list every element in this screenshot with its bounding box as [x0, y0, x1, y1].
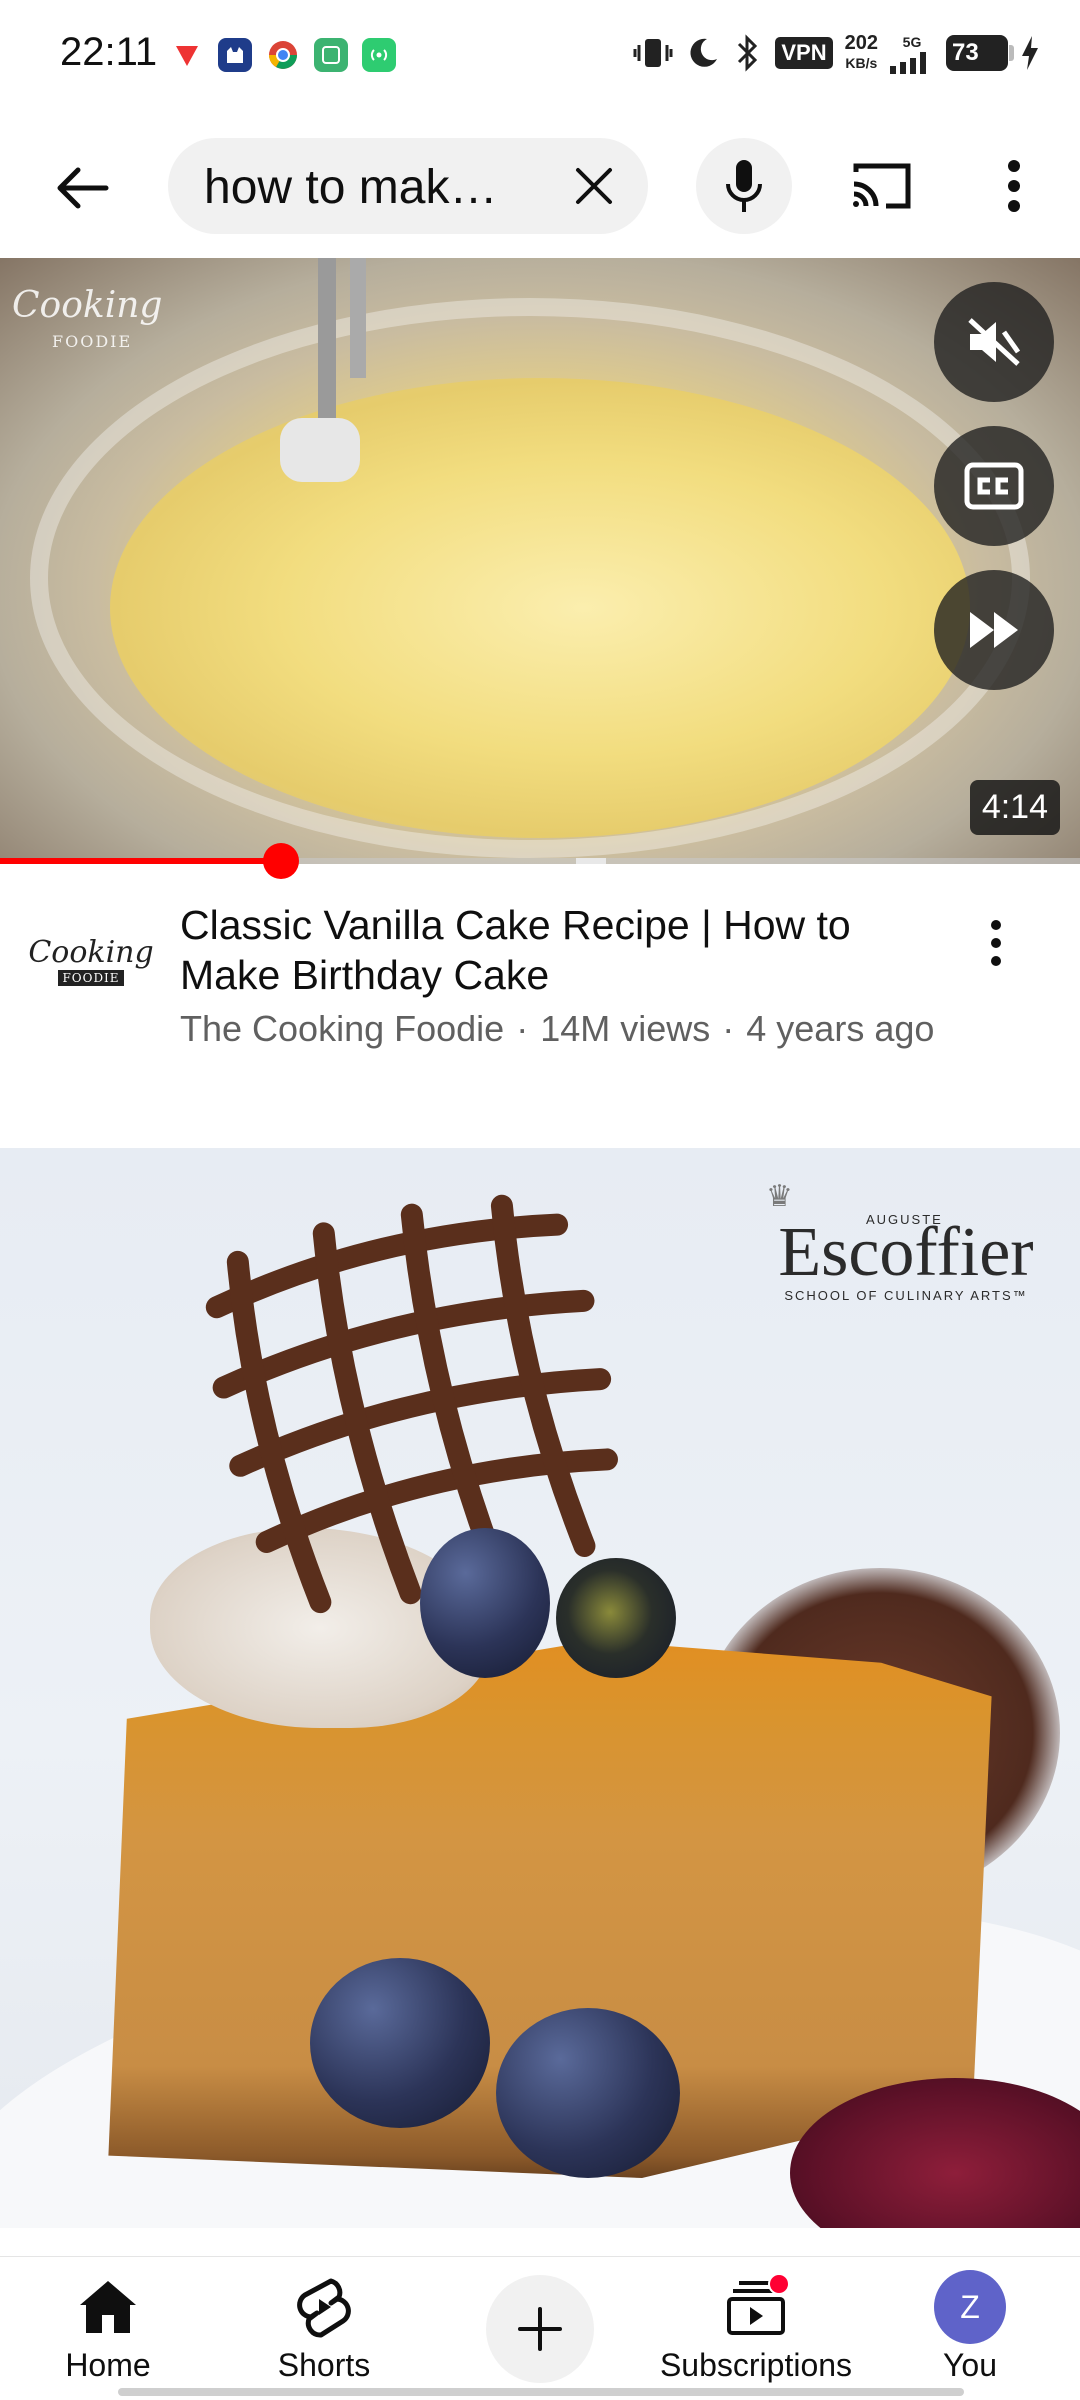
nav-you-label: You: [943, 2347, 997, 2383]
blueberry-graphic: [496, 2008, 680, 2178]
hotspot-app-icon: [362, 38, 396, 72]
channel-name: The Cooking Foodie: [180, 1008, 505, 1049]
gesture-bar: [118, 2388, 964, 2396]
watermark-main: Cooking: [12, 285, 163, 326]
nav-shorts-label: Shorts: [277, 2347, 371, 2383]
mute-button[interactable]: [934, 282, 1054, 402]
plus-icon: [518, 2307, 562, 2351]
vertical-dots-icon: [991, 920, 1001, 966]
video-title[interactable]: Classic Vanilla Cake Recipe | How to Mak…: [180, 900, 940, 1000]
battery-level: 73: [952, 39, 979, 66]
cat-app-icon: [218, 38, 252, 72]
video-thumbnail[interactable]: ♛ AUGUSTE Escoffier SCHOOL OF CULINARY A…: [0, 1148, 1080, 2228]
video-info[interactable]: Cooking FOODIE Classic Vanilla Cake Reci…: [0, 880, 1080, 1090]
blueberry-graphic: [420, 1528, 550, 1678]
batter-graphic: [110, 378, 970, 838]
whisk-graphic-2: [350, 258, 366, 378]
arrow-back-icon: [57, 167, 109, 209]
dnd-moon-icon: [690, 38, 718, 67]
brand-logo: ♛ AUGUSTE Escoffier SCHOOL OF CULINARY A…: [766, 1180, 1046, 1304]
nav-subscriptions-label: Subscriptions: [659, 2347, 853, 2383]
signal-bars-icon: [890, 52, 926, 74]
search-header: how to mak…: [0, 128, 1080, 244]
upload-age: 4 years ago: [746, 1008, 935, 1049]
status-indicators: VPN 202 KB/s 5G 73: [633, 32, 1040, 74]
view-count: 14M views: [540, 1008, 711, 1049]
brand-name: Escoffier: [778, 1214, 1034, 1291]
signal-indicator: 5G: [890, 32, 934, 74]
close-icon: [576, 168, 612, 204]
network-speed: 202 KB/s: [845, 33, 878, 73]
notification-dot: [768, 2273, 790, 2295]
vertical-dots-icon: [1008, 160, 1020, 212]
home-icon: [72, 2271, 144, 2343]
chrome-icon: [266, 38, 300, 72]
battery-indicator: 73: [946, 35, 1014, 71]
crown-icon: ♛: [766, 1180, 793, 1213]
shorts-icon: [288, 2271, 360, 2343]
avatar-sub-text: FOODIE: [58, 970, 124, 986]
status-time: 22:11: [60, 30, 158, 74]
search-box[interactable]: how to mak…: [168, 138, 648, 234]
video-player[interactable]: Cooking FOODIE 4:14: [0, 258, 1080, 864]
whisk-tip-graphic: [280, 418, 360, 482]
channel-avatar[interactable]: Cooking FOODIE: [28, 922, 154, 1002]
network-type: 5G: [902, 34, 922, 50]
progress-buffer: [576, 858, 606, 864]
yandex-app-icon: [170, 38, 204, 72]
separator: ·: [516, 1008, 529, 1049]
brand-top-text: AUGUSTE: [866, 1212, 943, 1227]
bluetooth-icon: [738, 34, 758, 72]
search-query[interactable]: how to mak…: [204, 162, 534, 214]
notification-icons: [170, 38, 396, 72]
nav-home-label: Home: [65, 2347, 151, 2383]
avatar: Z: [934, 2270, 1006, 2344]
back-button[interactable]: [46, 152, 118, 224]
cast-button[interactable]: [848, 154, 916, 218]
blueberry-graphic: [310, 1958, 490, 2128]
channel-watermark: Cooking FOODIE: [12, 288, 162, 360]
vibrate-icon: [633, 39, 673, 67]
nav-subscriptions[interactable]: Subscriptions: [656, 2271, 856, 2400]
video-duration: 4:14: [969, 780, 1060, 835]
microphone-icon: [726, 160, 762, 212]
nav-you[interactable]: Z You: [920, 2270, 1020, 2400]
charging-bolt-icon: [1022, 36, 1038, 70]
clear-search-button[interactable]: [568, 160, 620, 212]
you-avatar-wrap: Z: [934, 2270, 1006, 2344]
cast-icon: [853, 163, 911, 209]
brand-tagline: SCHOOL OF CULINARY ARTS™: [784, 1288, 1028, 1303]
closed-captions-icon: [964, 462, 1024, 510]
create-button[interactable]: [486, 2275, 594, 2383]
more-options-button[interactable]: [990, 154, 1038, 218]
voice-search-button[interactable]: [696, 138, 792, 234]
vpn-badge: VPN: [775, 37, 833, 69]
fast-forward-button[interactable]: [934, 570, 1054, 690]
separator: ·: [722, 1008, 735, 1049]
nav-home[interactable]: Home: [58, 2271, 158, 2400]
status-bar: 22:11 VPN 202 KB/s 5G 73: [0, 0, 1080, 112]
avatar-main-text: Cooking: [28, 935, 154, 970]
progress-played: [0, 858, 281, 864]
video-subtitle: The Cooking Foodie · 14M views · 4 years ago: [180, 1008, 1000, 1050]
fast-forward-icon: [970, 612, 1018, 648]
video-more-button[interactable]: [976, 908, 1016, 978]
blueberry-half-graphic: [556, 1558, 676, 1678]
whisk-graphic: [318, 258, 336, 428]
watermark-sub: FOODIE: [52, 332, 133, 351]
speed-value: 202: [844, 32, 878, 54]
progress-bar[interactable]: [0, 858, 1080, 864]
captions-button[interactable]: [934, 426, 1054, 546]
progress-scrubber[interactable]: [262, 843, 299, 879]
volume-muted-icon: [968, 318, 1021, 366]
translate-app-icon: [314, 38, 348, 72]
bottom-navigation: Home Shorts Subscriptions Z You: [0, 2256, 1080, 2400]
nav-shorts[interactable]: Shorts: [266, 2271, 382, 2400]
speed-unit: KB/s: [845, 55, 878, 71]
